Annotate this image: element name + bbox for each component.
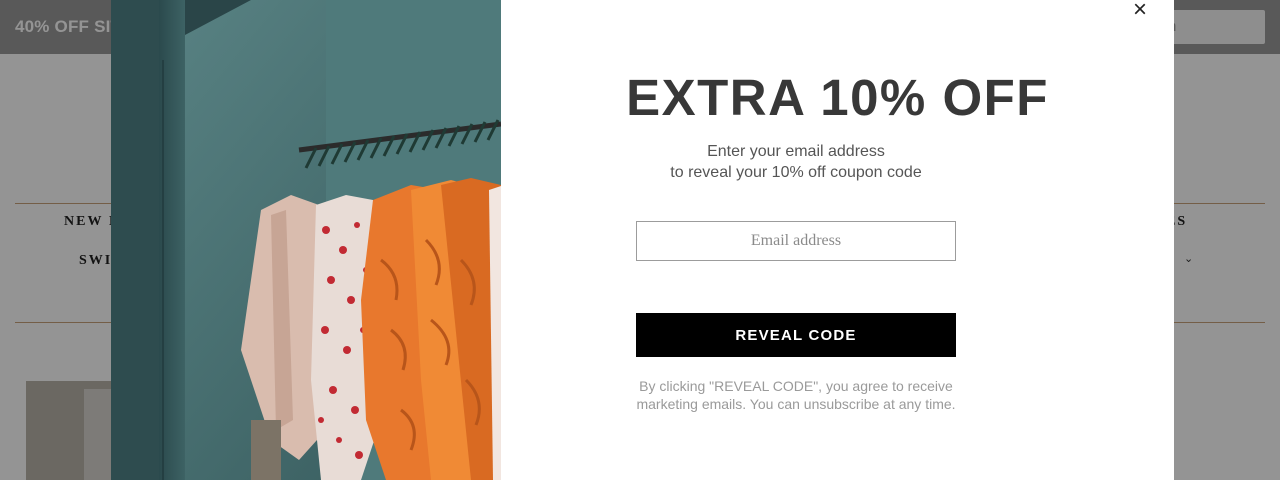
popup-subtext-line-2: to reveal your 10% off coupon code	[670, 164, 922, 181]
popup-headline: EXTRA 10% OFF	[626, 69, 1049, 126]
disclaimer-line-2: marketing emails. You can unsubscribe at…	[636, 396, 956, 412]
close-icon[interactable]: ×	[1128, 0, 1152, 22]
email-field[interactable]	[636, 221, 956, 261]
clothing-rack-image	[111, 0, 501, 480]
popup-subtext: Enter your email address to reveal your …	[501, 141, 1091, 183]
email-popup-modal: × EXTRA 10% OFF Enter your email address…	[111, 0, 1174, 480]
marketing-disclaimer: By clicking "REVEAL CODE", you agree to …	[626, 377, 966, 413]
disclaimer-line-1: By clicking "REVEAL CODE", you agree to …	[639, 378, 953, 394]
popup-subtext-line-1: Enter your email address	[707, 143, 885, 160]
reveal-code-button[interactable]: REVEAL CODE	[636, 313, 956, 357]
